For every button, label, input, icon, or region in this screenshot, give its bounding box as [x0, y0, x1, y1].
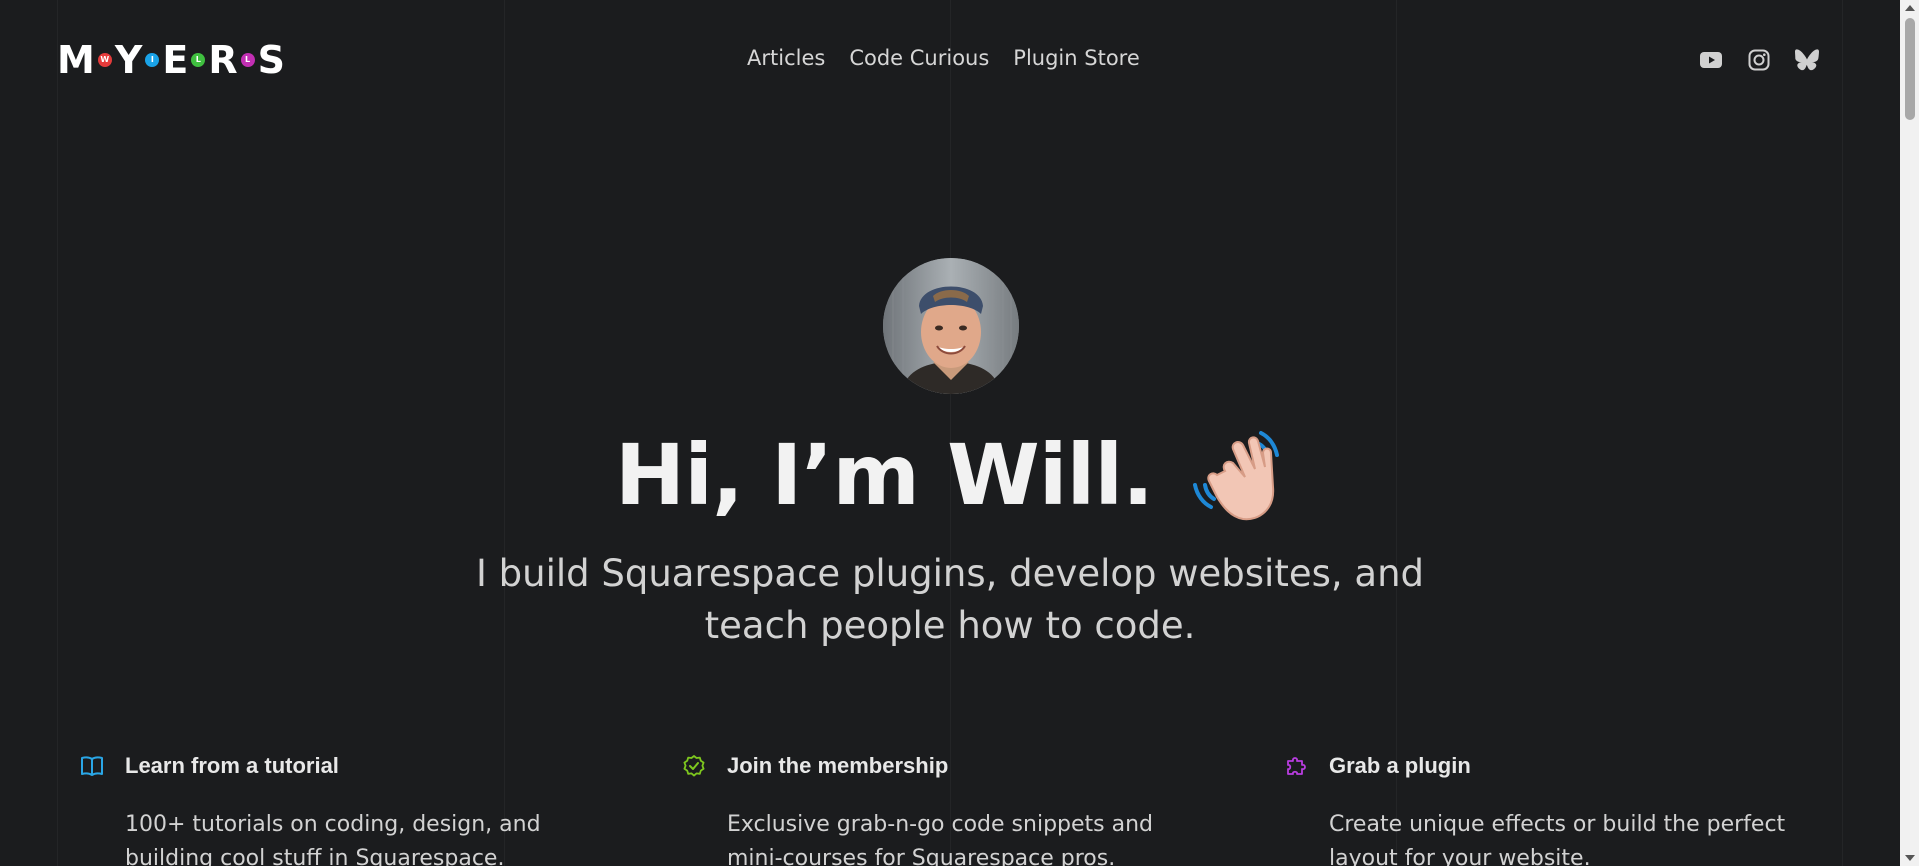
- main-nav: Articles Code Curious Plugin Store: [747, 46, 1140, 70]
- page-scrollbar[interactable]: [1900, 0, 1919, 866]
- check-badge-icon: [681, 753, 707, 779]
- logo-letter: E: [162, 38, 189, 82]
- hero-title-text: Hi, I’m Will.: [614, 426, 1154, 524]
- nav-link-code-curious[interactable]: Code Curious: [849, 46, 989, 70]
- feature-description: Exclusive grab-n-go code snippets and mi…: [727, 812, 1154, 866]
- feature-description: 100+ tutorials on coding, design, and bu…: [125, 812, 541, 866]
- logo-letter: S: [257, 38, 285, 82]
- scrollbar-thumb[interactable]: [1905, 18, 1915, 120]
- logo-letter: Y: [114, 38, 143, 82]
- nav-link-articles[interactable]: Articles: [747, 46, 825, 70]
- hero-subtitle: I build Squarespace plugins, develop web…: [475, 552, 1425, 647]
- feature-title: Join the membership: [727, 753, 949, 778]
- feature-plugin[interactable]: Grab a plugin Create unique effects or b…: [1261, 752, 1785, 866]
- logo-letter: R: [208, 38, 238, 82]
- site-header: M W Y I E L R L S Articles Code Curious …: [0, 0, 1900, 122]
- social-links: [1699, 48, 1819, 72]
- logo-dot: L: [191, 53, 206, 67]
- scroll-down-arrow-icon[interactable]: [1905, 855, 1915, 861]
- hero-heading: Hi, I’m Will.: [0, 420, 1900, 531]
- page: M W Y I E L R L S Articles Code Curious …: [0, 0, 1900, 866]
- feature-tutorial[interactable]: Learn from a tutorial 100+ tutorials on …: [57, 752, 577, 866]
- logo-letter: M: [57, 38, 95, 82]
- logo-dot: I: [145, 53, 160, 67]
- logo-dot: L: [240, 53, 255, 67]
- feature-description: Create unique effects or build the perfe…: [1329, 812, 1786, 866]
- avatar: [883, 258, 1019, 394]
- book-icon: [79, 753, 105, 779]
- feature-membership[interactable]: Join the membership Exclusive grab-n-go …: [659, 752, 1179, 866]
- logo-dot: W: [97, 53, 112, 67]
- puzzle-icon: [1283, 753, 1309, 779]
- scroll-up-arrow-icon[interactable]: [1905, 5, 1915, 11]
- site-logo[interactable]: M W Y I E L R L S: [57, 40, 285, 80]
- feature-title: Learn from a tutorial: [125, 753, 339, 778]
- waving-hand-icon: [1189, 425, 1285, 525]
- nav-link-plugin-store[interactable]: Plugin Store: [1013, 46, 1139, 70]
- feature-title: Grab a plugin: [1329, 753, 1471, 778]
- instagram-icon[interactable]: [1747, 48, 1771, 72]
- youtube-icon[interactable]: [1699, 48, 1723, 72]
- bluesky-icon[interactable]: [1795, 48, 1819, 72]
